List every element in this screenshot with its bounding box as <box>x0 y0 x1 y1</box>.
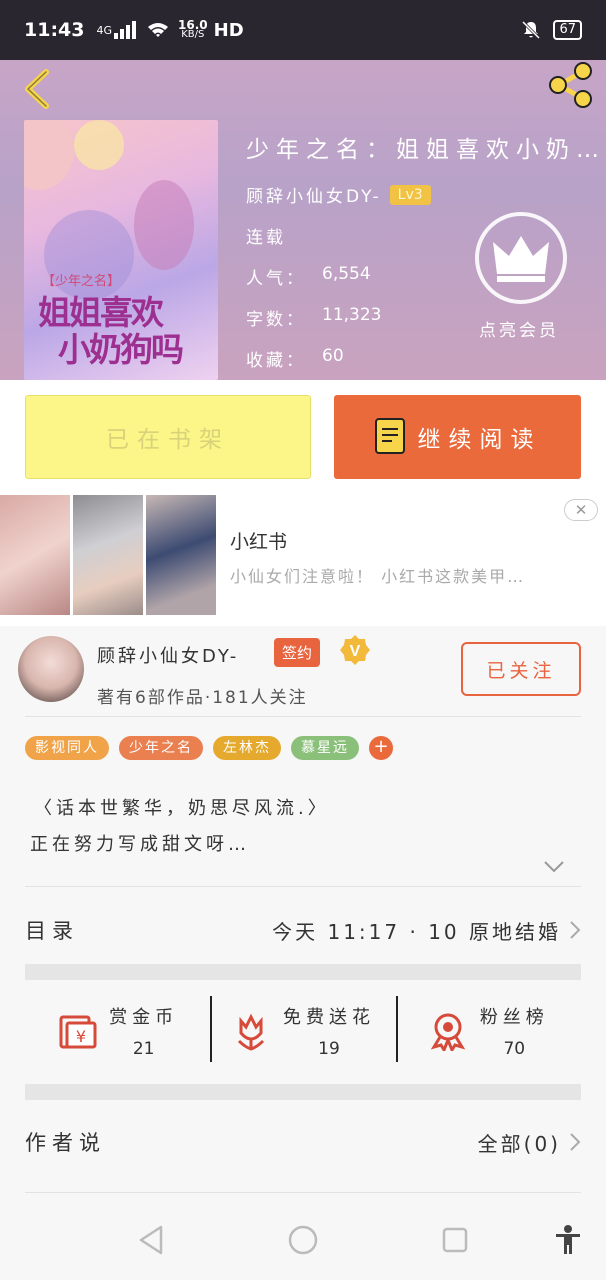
svg-text:¥: ¥ <box>76 1027 86 1046</box>
chevron-down-icon[interactable] <box>543 860 565 874</box>
divider <box>25 886 581 887</box>
book-cover[interactable]: 【少年之名】 姐姐喜欢 小奶狗吗 <box>24 120 218 380</box>
catalog-row[interactable]: 目录 今天 11:17 · 10 原地结婚 <box>25 908 581 952</box>
author-bio-line2: 正在努力写成甜文呀… <box>30 834 250 855</box>
cover-title-line2: 小奶狗吗 <box>58 330 184 369</box>
add-tag-button[interactable]: + <box>369 736 393 760</box>
ad-banner[interactable]: 小红书 小仙女们注意啦！ 小红书这款美甲… ✕ <box>0 495 606 617</box>
rewards-bar: ¥ 赏金币 21 免费送花 19 粉丝榜 70 <box>25 996 581 1066</box>
tag-0[interactable]: 影视同人 <box>25 736 109 760</box>
status-bar: 11:43 4G 16.0 KB/S HD 67 <box>0 0 606 60</box>
book-icon <box>374 418 405 454</box>
back-arrow-icon[interactable] <box>16 66 56 112</box>
ad-image-2 <box>73 495 143 615</box>
svg-text:V: V <box>350 643 361 660</box>
send-flower-button[interactable]: 免费送花 19 <box>210 996 395 1066</box>
section-separator <box>25 964 581 980</box>
nav-recent-icon[interactable] <box>441 1224 469 1256</box>
chevron-right-icon <box>570 921 581 939</box>
author-says-row[interactable]: 作者说 全部(0) <box>25 1120 581 1164</box>
follow-button[interactable]: 已关注 <box>461 642 581 696</box>
ad-image-1 <box>0 495 70 615</box>
fan-ranking-button[interactable]: 粉丝榜 70 <box>395 996 581 1066</box>
medal-icon <box>430 1013 466 1051</box>
ad-close-button[interactable]: ✕ <box>564 499 598 521</box>
author-says-label: 作者说 <box>25 1131 106 1155</box>
ad-image-3 <box>146 495 216 615</box>
coin-envelope-icon: ¥ <box>59 1015 97 1049</box>
system-nav-bar <box>0 1200 606 1280</box>
share-icon[interactable] <box>546 60 596 110</box>
book-header: 【少年之名】 姐姐喜欢 小奶狗吗 少年之名：姐姐喜欢小奶狗吗 顾辞小仙女DY- … <box>0 60 606 380</box>
tag-1[interactable]: 少年之名 <box>119 736 203 760</box>
tag-3[interactable]: 慕星远 <box>291 736 359 760</box>
author-bio-line1: 〈话本世繁华，奶思尽风流.〉 <box>34 798 330 819</box>
avatar[interactable] <box>18 636 84 702</box>
catalog-label: 目录 <box>25 919 79 943</box>
divider <box>25 716 581 717</box>
crown-icon <box>493 236 549 282</box>
signed-badge: 签约 <box>274 638 321 667</box>
hd-label: HD <box>213 19 244 41</box>
nav-back-icon[interactable] <box>138 1224 164 1256</box>
tag-2[interactable]: 左林杰 <box>213 736 281 760</box>
author-section: 顾辞小仙女DY- 签约 V 著有6部作品·181人关注 已关注 影视同人 少年之… <box>0 626 606 1280</box>
continue-reading-label: 继续阅读 <box>417 427 542 453</box>
battery-indicator: 67 <box>553 20 582 40</box>
wifi-icon <box>148 23 169 37</box>
network-speed: 16.0 KB/S <box>178 18 208 40</box>
vip-button[interactable] <box>475 212 567 304</box>
reward-coins-button[interactable]: ¥ 赏金币 21 <box>25 996 210 1066</box>
favorites-stat: 收藏： 60 <box>246 346 344 371</box>
author-name[interactable]: 顾辞小仙女DY- <box>97 642 239 668</box>
book-title: 少年之名：姐姐喜欢小奶狗吗 <box>246 137 606 163</box>
divider <box>25 1192 581 1193</box>
chevron-right-icon <box>570 1133 581 1151</box>
status-time: 11:43 <box>24 19 85 41</box>
latest-chapter: 今天 11:17 · 10 原地结婚 <box>272 919 561 944</box>
section-separator <box>25 1084 581 1100</box>
author-summary: 著有6部作品·181人关注 <box>97 688 308 708</box>
ad-title: 小红书 <box>230 531 288 553</box>
vip-label[interactable]: 点亮会员 <box>479 316 559 341</box>
mute-icon <box>522 20 541 40</box>
nav-home-icon[interactable] <box>287 1224 319 1256</box>
accessibility-icon[interactable] <box>554 1224 582 1256</box>
signal-icon <box>114 21 137 39</box>
flower-icon <box>237 1013 265 1051</box>
continue-reading-button[interactable]: 继续阅读 <box>334 395 581 479</box>
book-author[interactable]: 顾辞小仙女DY- <box>246 182 382 207</box>
in-bookshelf-button[interactable]: 已在书架 <box>25 395 311 479</box>
ad-description: 小仙女们注意啦！ 小红书这款美甲… <box>230 567 526 586</box>
level-badge: Lv3 <box>389 184 431 205</box>
tag-list: 影视同人 少年之名 左林杰 慕星远 + <box>25 736 393 760</box>
network-type: 4G <box>96 23 113 37</box>
verified-icon: V <box>340 635 370 665</box>
author-says-all: 全部(0) <box>477 1131 561 1156</box>
